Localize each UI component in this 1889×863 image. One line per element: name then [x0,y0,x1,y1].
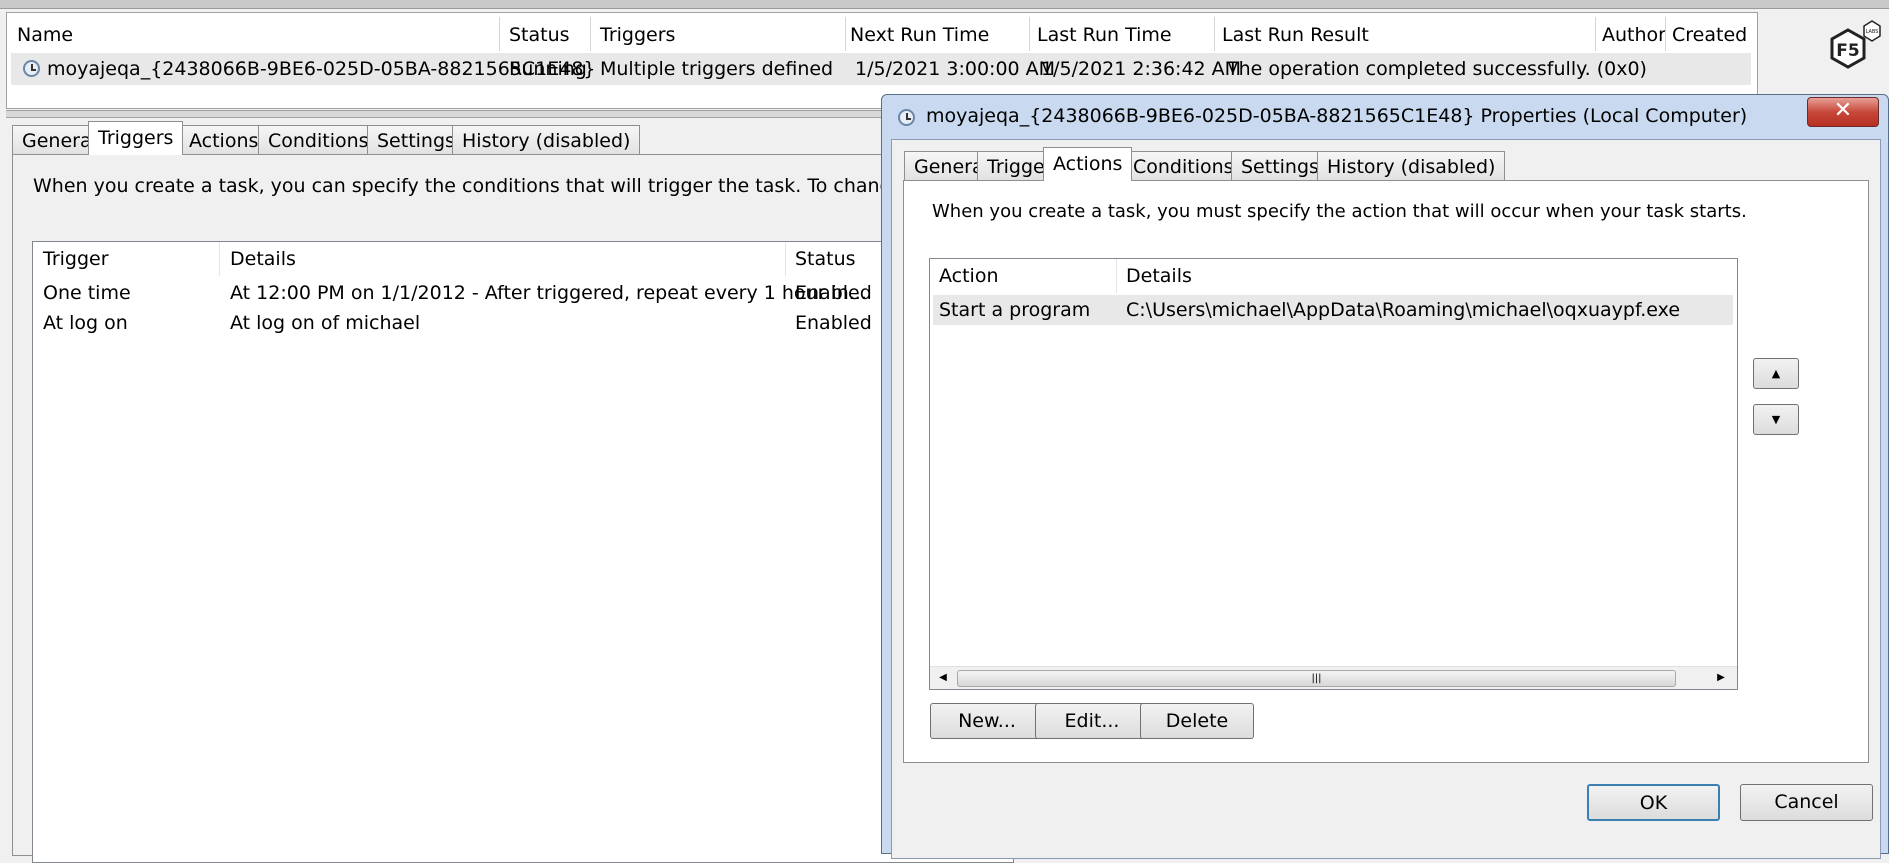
column-header-triggers[interactable]: Triggers [600,21,675,49]
properties-dialog: moyajeqa_{2438066B-9BE6-025D-05BA-882156… [881,94,1889,859]
task-last-run-time: 1/5/2021 2:36:42 AM [1041,58,1242,80]
column-separator[interactable] [845,17,846,51]
task-status: Running [509,58,587,80]
trigger-status[interactable]: Enabled [795,308,872,338]
column-separator[interactable] [499,17,500,51]
window-top-border [0,0,1889,9]
actions-description: When you create a task, you must specify… [932,201,1747,222]
dialog-clock-icon [898,109,915,126]
move-up-button[interactable]: ▲ [1753,358,1799,389]
svg-text:F5: F5 [1836,41,1859,61]
triggers-panel: When you create a task, you can specify … [12,154,1025,863]
column-header-name[interactable]: Name [17,21,73,49]
scroll-left-icon[interactable]: ◀ [934,668,952,688]
column-header-created[interactable]: Created [1672,21,1747,49]
f5-labs-logo: F5 LABS [1822,18,1884,78]
column-header-action[interactable]: Action [939,259,999,293]
column-separator[interactable] [1029,17,1030,51]
dialog-tab-actions[interactable]: Actions [1043,147,1133,181]
scrollbar-thumb[interactable]: ||| [957,670,1676,687]
column-header-details[interactable]: Details [230,242,296,276]
column-separator[interactable] [219,242,220,276]
dialog-tab-history[interactable]: History (disabled) [1317,151,1506,181]
column-header-author[interactable]: Author [1602,21,1666,49]
tab-actions[interactable]: Actions [179,125,269,155]
actions-list: Action Details Start a program C:\Users\… [929,258,1738,690]
column-separator[interactable] [1665,17,1666,51]
action-type: Start a program [939,299,1091,321]
tab-settings[interactable]: Settings [367,125,465,155]
edit-action-button[interactable]: Edit... [1035,703,1149,739]
dialog-title-bar[interactable]: moyajeqa_{2438066B-9BE6-025D-05BA-882156… [882,95,1888,139]
delete-action-button[interactable]: Delete [1140,703,1254,739]
column-separator[interactable] [1595,17,1596,51]
column-separator[interactable] [1214,17,1215,51]
triggers-description: When you create a task, you can specify … [33,175,1025,197]
pane-divider[interactable] [6,110,1006,118]
action-row[interactable]: Start a program C:\Users\michael\AppData… [933,295,1733,325]
column-header-last-run-result[interactable]: Last Run Result [1222,21,1369,49]
scrollbar-grip: ||| [1311,673,1322,684]
task-last-run-result: The operation completed successfully. (0… [1227,58,1647,80]
arrow-up-icon: ▲ [1771,367,1781,380]
task-next-run-time: 1/5/2021 3:00:00 AM [855,58,1056,80]
dialog-tab-conditions[interactable]: Conditions [1123,151,1244,181]
horizontal-scrollbar[interactable]: ◀ ||| ▶ [930,666,1737,689]
trigger-type[interactable]: At log on [43,308,128,338]
column-separator[interactable] [590,17,591,51]
dialog-tab-settings[interactable]: Settings [1231,151,1329,181]
scroll-right-icon[interactable]: ▶ [1712,668,1730,688]
column-header-trigger[interactable]: Trigger [43,242,109,276]
task-clock-icon [23,60,40,77]
trigger-status[interactable]: Enabled [795,278,872,308]
close-icon: ✕ [1833,98,1853,123]
column-header-status[interactable]: Status [509,21,570,49]
ok-button[interactable]: OK [1587,784,1720,821]
task-row[interactable]: moyajeqa_{2438066B-9BE6-025D-05BA-882156… [11,53,1751,85]
tab-conditions[interactable]: Conditions [258,125,379,155]
close-button[interactable]: ✕ [1807,97,1879,127]
column-header-last-run-time[interactable]: Last Run Time [1037,21,1172,49]
svg-text:LABS: LABS [1866,29,1879,35]
task-triggers: Multiple triggers defined [600,58,834,80]
arrow-down-icon: ▼ [1771,413,1781,426]
column-header-status[interactable]: Status [795,242,856,276]
column-header-next-run-time[interactable]: Next Run Time [850,21,989,49]
column-separator[interactable] [1116,259,1117,293]
triggers-list: Trigger Details Status One time At 12:00… [32,241,1014,863]
tab-triggers[interactable]: Triggers [88,121,184,155]
column-header-details[interactable]: Details [1126,259,1192,293]
dialog-body: General Triggers Actions Conditions Sett… [891,139,1881,859]
dialog-title: moyajeqa_{2438066B-9BE6-025D-05BA-882156… [926,105,1748,127]
trigger-details[interactable]: At log on of michael [230,308,420,338]
action-details: C:\Users\michael\AppData\Roaming\michael… [1126,299,1681,321]
trigger-details[interactable]: At 12:00 PM on 1/1/2012 - After triggere… [230,278,867,308]
new-action-button[interactable]: New... [930,703,1044,739]
column-separator[interactable] [785,242,786,276]
tab-history[interactable]: History (disabled) [452,125,641,155]
actions-panel: When you create a task, you must specify… [903,180,1869,763]
trigger-type[interactable]: One time [43,278,131,308]
move-down-button[interactable]: ▼ [1753,404,1799,435]
cancel-button[interactable]: Cancel [1740,784,1873,821]
